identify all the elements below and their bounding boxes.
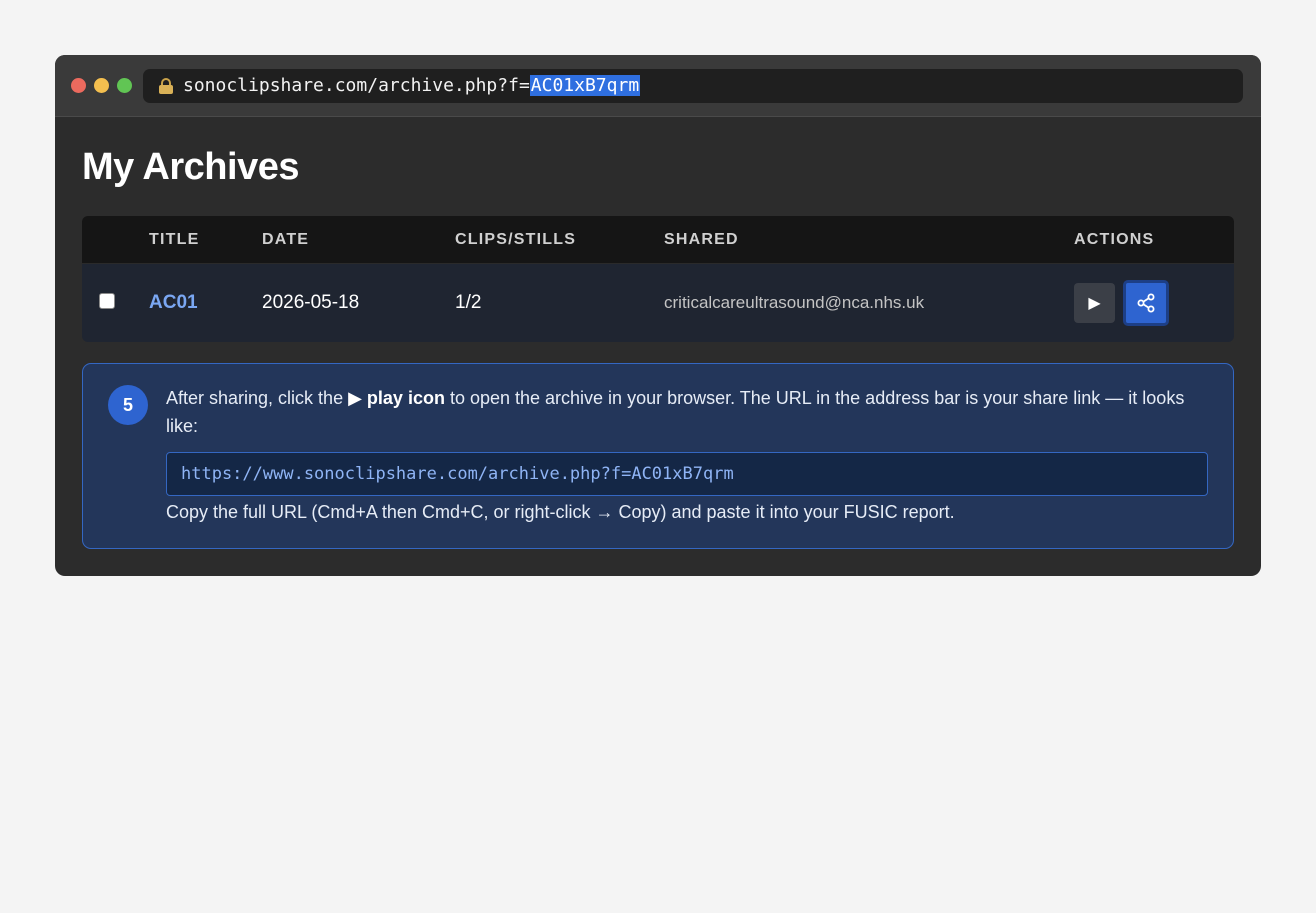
play-button[interactable]: ▶ [1074, 283, 1115, 323]
table-header: TITLE DATE CLIPS/STILLS SHARED ACTIONS [82, 216, 1234, 264]
instruction-text-start: After sharing, click the [166, 388, 349, 408]
header-shared: SHARED [664, 230, 739, 248]
instruction-text: After sharing, click the ▶ play icon to … [166, 384, 1206, 440]
lock-icon [159, 77, 173, 94]
header-date: DATE [262, 230, 310, 248]
share-button[interactable] [1123, 280, 1169, 326]
play-icon: ▶ [1088, 295, 1101, 312]
browser-window: sonoclipshare.com/archive.php?f= AC01xB7q… [55, 55, 1261, 576]
maximize-window-button[interactable] [117, 78, 132, 93]
title-cell: AC01 [149, 292, 262, 314]
row-select-cell [82, 293, 149, 309]
instruction-text-bold: ▶ play icon [348, 388, 445, 408]
page-content: My Archives TITLE DATE CLIPS/STILLS SHAR… [55, 117, 1261, 549]
table-row: AC01 2026-05-18 1/2 criticalcareultrasou… [82, 264, 1234, 342]
header-clips: CLIPS/STILLS [455, 230, 577, 248]
date-cell: 2026-05-18 [262, 292, 360, 313]
close-window-button[interactable] [71, 78, 86, 93]
minimize-window-button[interactable] [94, 78, 109, 93]
url-selected-text: AC01xB7qrm [529, 75, 641, 96]
row-checkbox[interactable] [99, 293, 115, 309]
clips-cell: 1/2 [455, 292, 482, 313]
header-title: TITLE [149, 230, 200, 248]
header-actions: ACTIONS [1074, 230, 1155, 248]
browser-titlebar: sonoclipshare.com/archive.php?f= AC01xB7q… [55, 55, 1261, 117]
archives-table: TITLE DATE CLIPS/STILLS SHARED ACTIONS A… [82, 216, 1234, 342]
instruction-callout: 5 After sharing, click the ▶ play icon t… [82, 363, 1234, 549]
actions-cell: ▶ [1074, 280, 1234, 326]
page-title: My Archives [82, 146, 299, 188]
copy-instruction: Copy the full URL (Cmd+A then Cmd+C, or … [166, 502, 955, 522]
address-bar[interactable]: sonoclipshare.com/archive.php?f= AC01xB7q… [143, 68, 1243, 103]
url-text: sonoclipshare.com/archive.php?f= [183, 75, 530, 96]
share-icon [1137, 293, 1155, 313]
shared-cell: criticalcareultrasound@nca.nhs.uk [664, 293, 925, 312]
share-url-example: https://www.sonoclipshare.com/archive.ph… [166, 452, 1208, 496]
archive-title-link[interactable]: AC01 [149, 292, 198, 313]
step-badge: 5 [108, 385, 148, 425]
